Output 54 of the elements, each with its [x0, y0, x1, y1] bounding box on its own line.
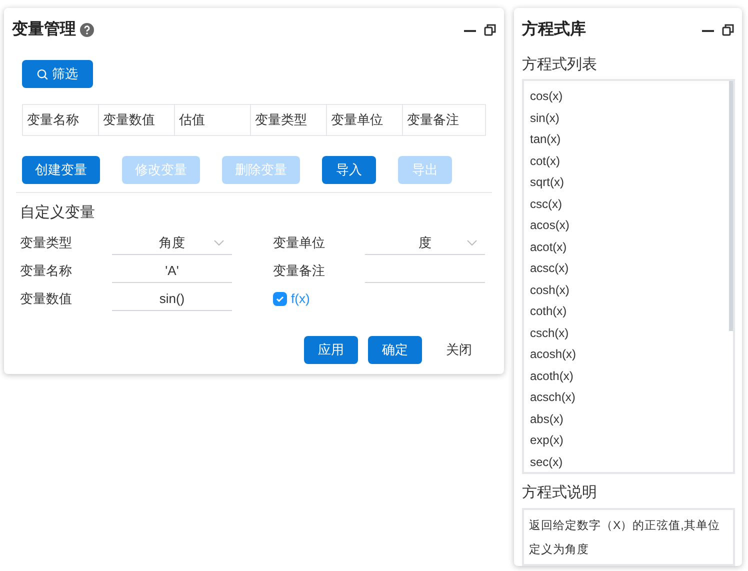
equation-item[interactable]: acosh(x) [530, 344, 733, 366]
section-title: 自定义变量 [20, 204, 95, 221]
help-icon[interactable] [80, 23, 94, 37]
equation-item[interactable]: sec(x) [530, 452, 733, 472]
action-button[interactable]: 创建变量 [22, 156, 100, 184]
equation-item[interactable]: acos(x) [530, 215, 733, 237]
equation-item[interactable]: cos(x) [530, 86, 733, 108]
column-header: 变量单位 [327, 105, 403, 135]
field-label: 变量单位 [273, 234, 326, 252]
column-header: 变量备注 [406, 111, 460, 130]
column-header: 变量名称 [23, 105, 99, 135]
select-field[interactable]: 度 [365, 231, 485, 255]
checkbox[interactable] [273, 292, 287, 306]
equation-item[interactable]: acoth(x) [530, 366, 733, 388]
description-text: 返回给定数字（X）的正弦值,其单位定义为角度 [529, 520, 720, 556]
field-label: 变量数值 [20, 290, 73, 308]
column-header: 变量数值 [99, 105, 175, 135]
restore-icon[interactable] [484, 24, 496, 36]
action-button[interactable]: 导入 [322, 156, 376, 184]
checkbox-label: f(x) [291, 290, 310, 308]
panel-title: 变量管理 [12, 19, 76, 40]
equation-item[interactable]: csc(x) [530, 194, 733, 216]
field-label: 变量备注 [273, 262, 326, 280]
chevron-down-icon [214, 240, 224, 246]
footer-button[interactable]: 确定 [368, 336, 422, 364]
equation-item[interactable]: coth(x) [530, 301, 733, 323]
equation-item[interactable]: acot(x) [530, 236, 733, 258]
field-label: 变量名称 [20, 262, 73, 280]
column-header: 变量类型 [251, 105, 327, 135]
equation-item[interactable]: exp(x) [530, 430, 733, 452]
equation-item[interactable]: cosh(x) [530, 280, 733, 302]
equation-item[interactable]: abs(x) [530, 408, 733, 430]
equation-item[interactable]: sqrt(x) [530, 172, 733, 194]
equation-item[interactable]: tan(x) [530, 129, 733, 151]
restore-icon[interactable] [722, 24, 734, 36]
equation-item[interactable]: acsch(x) [530, 387, 733, 409]
list-title: 方程式列表 [522, 54, 598, 75]
column-header: 估值 [175, 105, 251, 135]
equation-item[interactable]: acsc(x) [530, 258, 733, 280]
chevron-down-icon [467, 240, 477, 246]
footer-button[interactable]: 关闭 [432, 336, 486, 364]
search-icon [37, 68, 48, 80]
select-field[interactable]: 角度 [112, 231, 232, 255]
panel-title: 方程式库 [522, 19, 586, 40]
check-icon [275, 294, 285, 304]
equation-item[interactable]: cot(x) [530, 150, 733, 172]
text-field[interactable]: sin() [112, 287, 232, 311]
footer-button[interactable]: 应用 [304, 336, 358, 364]
filter-button[interactable]: 筛选 [22, 60, 93, 88]
equation-item[interactable]: sin(x) [530, 108, 733, 130]
field-label: 变量类型 [20, 234, 73, 252]
equation-item[interactable]: csch(x) [530, 322, 733, 344]
text-field[interactable]: 'A' [112, 259, 232, 283]
description-title: 方程式说明 [522, 482, 598, 502]
